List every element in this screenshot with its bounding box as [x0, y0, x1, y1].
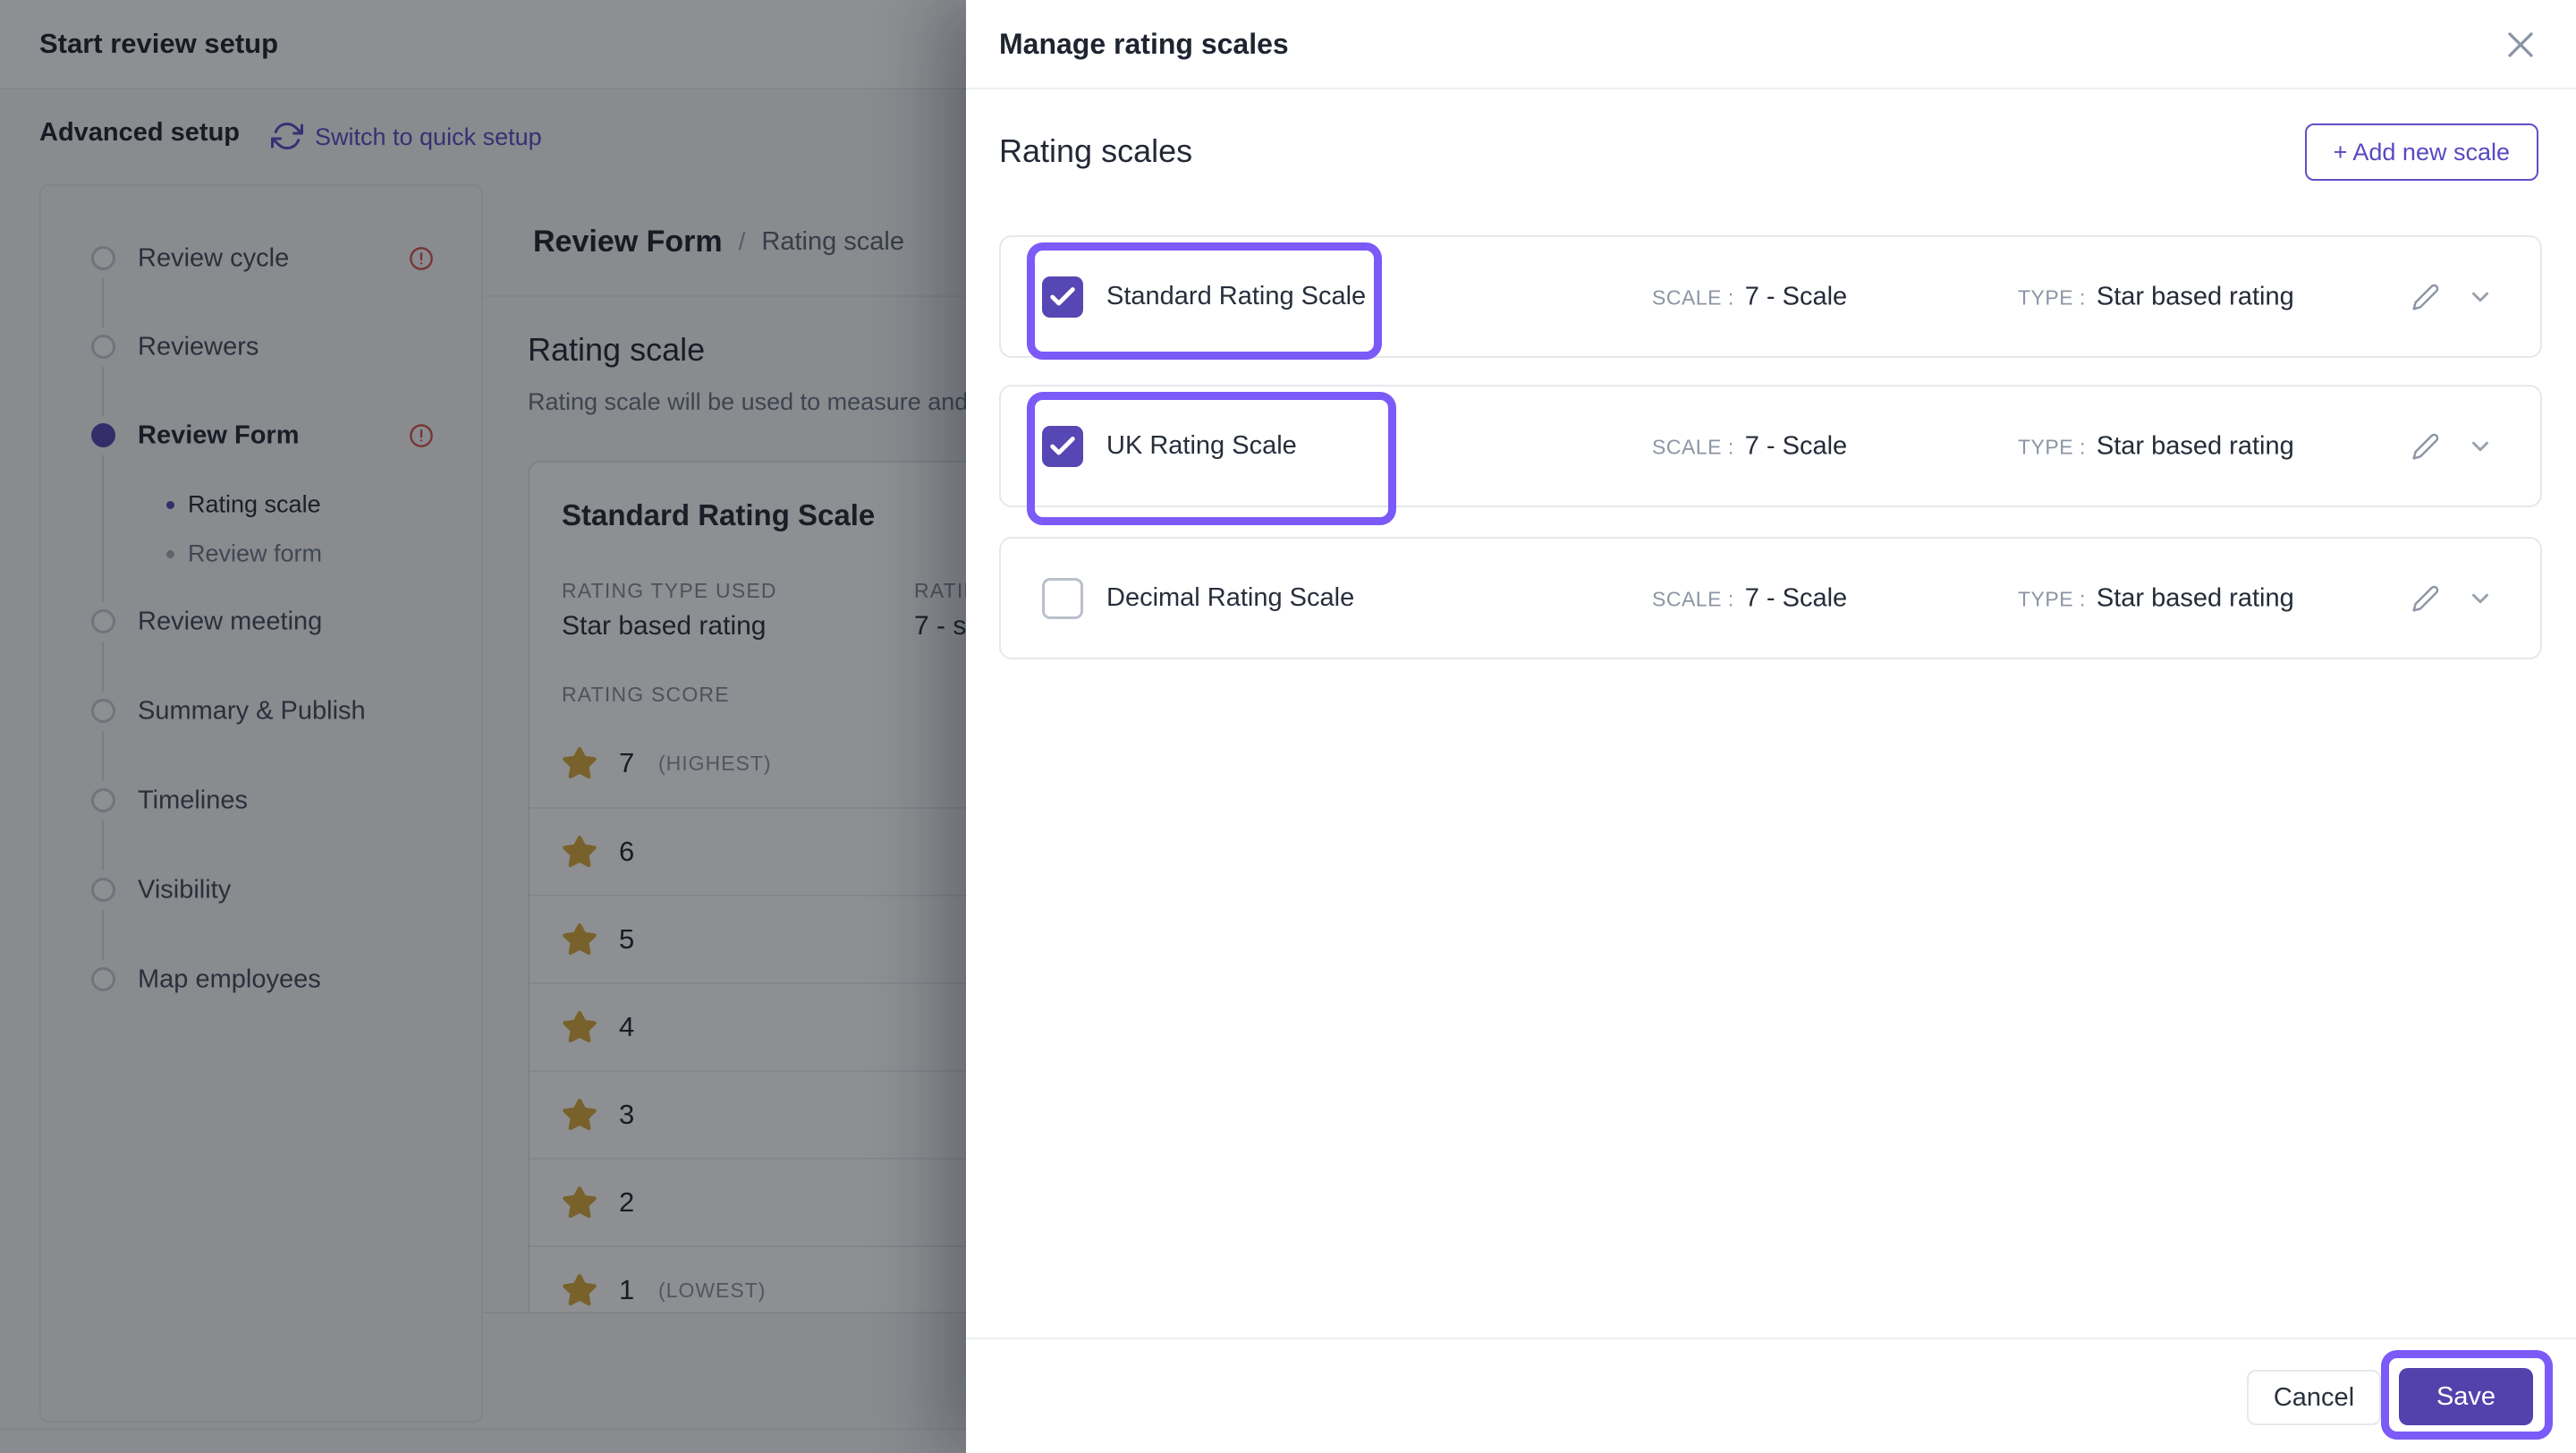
add-new-scale-button[interactable]: + Add new scale — [2304, 123, 2538, 181]
scale-row-uk[interactable]: UK Rating Scale SCALE : 7 - Scale TYPE :… — [999, 385, 2542, 507]
type-meta-label: TYPE : — [2018, 285, 2086, 309]
chevron-down-icon[interactable] — [2467, 585, 2494, 612]
screen: Start review setup Advanced setup Switch… — [0, 0, 2576, 1453]
modal-header: Manage rating scales — [966, 0, 2576, 89]
edit-pencil-icon[interactable] — [2411, 584, 2440, 613]
scale-meta-value: 7 - Scale — [1744, 583, 1848, 612]
scale-row-decimal[interactable]: Decimal Rating Scale SCALE : 7 - Scale T… — [999, 537, 2542, 659]
type-meta-label: TYPE : — [2018, 587, 2086, 610]
scale-meta-label: SCALE : — [1652, 435, 1734, 458]
scale-name: Standard Rating Scale — [1106, 282, 1367, 310]
checkbox-uk-rating-scale[interactable] — [1042, 425, 1083, 467]
modal-title: Manage rating scales — [999, 27, 1289, 60]
scale-name: Decimal Rating Scale — [1106, 583, 1355, 612]
save-button[interactable]: Save — [2399, 1368, 2533, 1425]
scale-meta-label: SCALE : — [1652, 587, 1734, 610]
scale-meta-value: 7 - Scale — [1744, 431, 1848, 460]
chevron-down-icon[interactable] — [2467, 433, 2494, 460]
edit-pencil-icon[interactable] — [2411, 432, 2440, 461]
type-meta: TYPE : Star based rating — [2018, 282, 2294, 311]
scale-meta-label: SCALE : — [1652, 285, 1734, 309]
close-icon[interactable] — [2504, 29, 2537, 61]
scale-meta: SCALE : 7 - Scale — [1652, 431, 1847, 461]
type-meta-value: Star based rating — [2096, 431, 2294, 460]
rating-scales-heading: Rating scales — [999, 132, 1193, 169]
scale-meta: SCALE : 7 - Scale — [1652, 282, 1847, 311]
type-meta: TYPE : Star based rating — [2018, 431, 2294, 461]
scale-row-standard[interactable]: Standard Rating Scale SCALE : 7 - Scale … — [999, 235, 2542, 358]
chevron-down-icon[interactable] — [2467, 284, 2494, 310]
scale-name: UK Rating Scale — [1106, 431, 1297, 460]
manage-rating-scales-modal: Manage rating scales Rating scales + Add… — [966, 0, 2576, 1453]
modal-footer: Cancel Save — [966, 1338, 2576, 1453]
type-meta: TYPE : Star based rating — [2018, 583, 2294, 613]
scale-meta: SCALE : 7 - Scale — [1652, 583, 1847, 613]
edit-pencil-icon[interactable] — [2411, 283, 2440, 311]
type-meta-value: Star based rating — [2096, 583, 2294, 612]
scale-meta-value: 7 - Scale — [1744, 282, 1848, 310]
type-meta-label: TYPE : — [2018, 435, 2086, 458]
checkbox-decimal-rating-scale[interactable] — [1042, 577, 1083, 619]
cancel-button[interactable]: Cancel — [2247, 1370, 2381, 1425]
type-meta-value: Star based rating — [2096, 282, 2294, 310]
checkbox-standard-rating-scale[interactable] — [1042, 276, 1083, 318]
